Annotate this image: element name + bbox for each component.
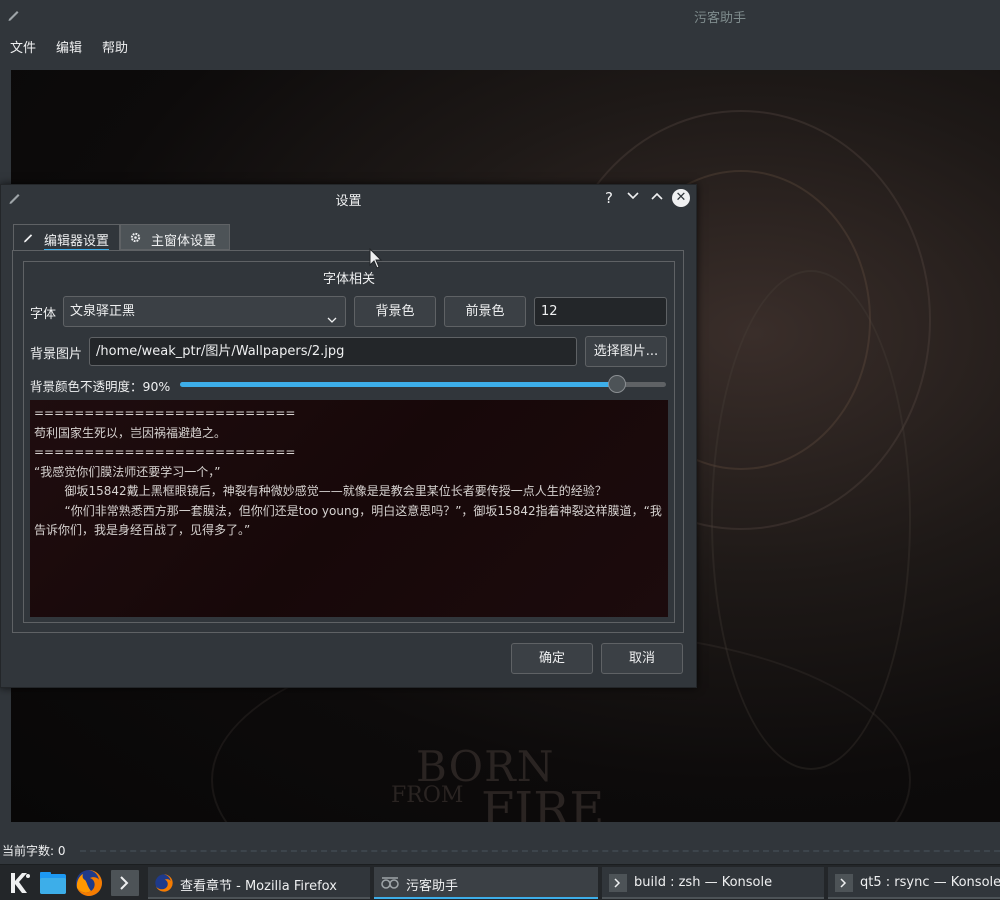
bg-image-path-field[interactable]: /home/weak_ptr/图片/Wallpapers/2.jpg: [89, 337, 577, 366]
mouse-cursor-icon: [369, 247, 383, 270]
tab-main-window-settings[interactable]: 主窗体设置: [120, 224, 230, 250]
kde-launcher-icon[interactable]: [4, 868, 34, 898]
chevron-down-icon: [327, 307, 337, 323]
firefox-icon[interactable]: [74, 868, 104, 898]
opacity-slider[interactable]: [180, 375, 666, 393]
gear-icon: [129, 231, 142, 244]
terminal-icon[interactable]: [110, 868, 140, 898]
wallpaper-watermark: FROM: [391, 783, 464, 808]
opacity-slider-handle[interactable]: [608, 375, 627, 393]
task-app[interactable]: 污客助手: [374, 867, 598, 899]
chevron-down-icon: [627, 192, 639, 200]
firefox-icon: [154, 873, 174, 893]
menu-file[interactable]: 文件: [10, 37, 36, 56]
bg-image-label: 背景图片: [30, 347, 83, 362]
chevron-up-icon: [651, 192, 663, 200]
task-label: 查看章节 - Mozilla Firefox: [180, 879, 337, 894]
preview-area: ========================== 苟利国家生死以，岂因祸福避…: [30, 400, 668, 617]
choose-image-button[interactable]: 选择图片...: [585, 336, 667, 367]
pencil-icon: [22, 231, 35, 244]
file-manager-icon[interactable]: [38, 868, 68, 898]
dialog-titlebar[interactable]: 设置 ? ✕: [1, 185, 696, 211]
opacity-slider-fill: [180, 382, 618, 387]
preview-line: 御坂15842戴上黑框眼镜后，神裂有种微妙感觉——就像是是教会里某位长者要传授一…: [34, 484, 607, 498]
tab-label: 编辑器设置: [44, 230, 110, 251]
opacity-label: 背景颜色不透明度：90%: [30, 379, 171, 394]
menu-help[interactable]: 帮助: [102, 37, 128, 56]
app-icon: [380, 873, 400, 893]
font-group-box: 字体相关 字体 文泉驿正黑 背景色 前景色 12 背景图片 /home/weak…: [23, 261, 675, 623]
preview-line: “我感觉你们膜法师还要学习一个，”: [34, 464, 221, 479]
settings-dialog: 设置 ? ✕ 编辑器设置 主窗体设置 字体相关 字体 文泉驿正黑 背景色 前景色…: [0, 184, 697, 688]
fg-color-button[interactable]: 前景色: [444, 296, 526, 327]
taskbar: 查看章节 - Mozilla Firefox 污客助手 build : zsh …: [0, 864, 1000, 900]
wallpaper-watermark: FIRE: [481, 782, 605, 822]
task-firefox[interactable]: 查看章节 - Mozilla Firefox: [148, 867, 370, 899]
task-konsole-build[interactable]: build : zsh — Konsole: [602, 867, 824, 899]
divider: [80, 850, 1000, 852]
preview-line: ==========================: [34, 445, 296, 459]
task-label: 污客助手: [406, 879, 459, 894]
maximize-button[interactable]: [647, 188, 667, 208]
window-title: 污客助手: [693, 11, 746, 26]
ok-button[interactable]: 确定: [511, 643, 593, 674]
menubar: 文件 编辑 帮助: [0, 30, 1000, 60]
terminal-icon: [608, 873, 628, 893]
preview-line: 苟利国家生死以，岂因祸福避趋之。: [34, 425, 227, 440]
font-combo[interactable]: 文泉驿正黑: [63, 296, 346, 327]
tab-panel: 字体相关 字体 文泉驿正黑 背景色 前景色 12 背景图片 /home/weak…: [12, 250, 684, 633]
font-label: 字体: [30, 307, 57, 322]
main-titlebar: 污客助手: [0, 0, 1000, 30]
bg-color-button[interactable]: 背景色: [354, 296, 436, 327]
preview-line: ==========================: [34, 406, 296, 420]
tab-label: 主窗体设置: [151, 234, 217, 249]
font-size-field[interactable]: 12: [534, 297, 667, 326]
group-title: 字体相关: [322, 272, 375, 287]
word-count: 当前字数: 0: [2, 844, 66, 858]
task-label: qt5 : rsync — Konsole: [860, 875, 1000, 890]
statusbar: 当前字数: 0: [0, 838, 1000, 864]
close-button[interactable]: ✕: [672, 189, 690, 207]
help-button[interactable]: ?: [599, 188, 619, 208]
task-konsole-rsync[interactable]: qt5 : rsync — Konsole: [828, 867, 1000, 899]
font-combo-value: 文泉驿正黑: [70, 304, 136, 319]
task-label: build : zsh — Konsole: [634, 875, 773, 890]
minimize-button[interactable]: [623, 188, 643, 208]
preview-line: “你们非常熟悉西方那一套膜法，但你们还是too young，明白这意思吗？”，御…: [34, 503, 662, 538]
dialog-title: 设置: [335, 194, 362, 209]
terminal-icon: [834, 873, 854, 893]
menu-edit[interactable]: 编辑: [56, 37, 82, 56]
cancel-button[interactable]: 取消: [601, 643, 683, 674]
tab-editor-settings[interactable]: 编辑器设置: [13, 224, 120, 251]
